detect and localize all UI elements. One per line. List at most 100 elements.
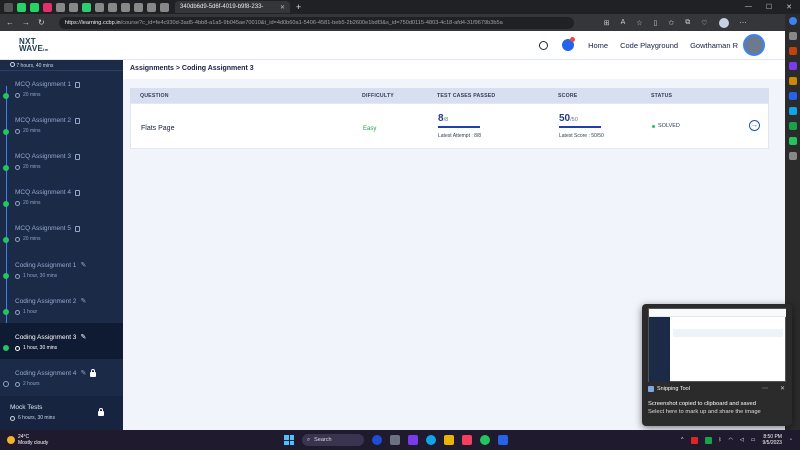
table-row[interactable]: Flats Page Easy 8/8 Latest Attempt : 8/8… [130, 103, 769, 149]
refresh-icon[interactable]: ↻ [38, 18, 45, 27]
show-hidden-icons-icon[interactable]: ^ [681, 437, 683, 443]
tab-icon[interactable] [160, 2, 169, 12]
teams-icon[interactable] [408, 435, 418, 445]
sidebar-item-coding-2[interactable]: Coding Assignment 2 ✎ 1 hour [0, 287, 123, 323]
tab-icon[interactable] [82, 2, 91, 12]
document-icon [75, 225, 80, 232]
snipping-tool-notification[interactable]: Snipping Tool ⋯ ✕ Screenshot copied to c… [642, 304, 792, 426]
new-tab-icon[interactable]: + [296, 2, 301, 12]
nxtwave-logo[interactable]: NXT WAVEtm [19, 37, 49, 53]
split-screen-icon[interactable]: ▯ [654, 19, 658, 27]
sidebar-item-mcq-5[interactable]: MCQ Assignment 5 20 mins [0, 215, 123, 251]
clock-icon [10, 62, 15, 67]
back-icon[interactable]: ← [6, 18, 14, 27]
read-aloud-icon[interactable]: A [621, 19, 626, 26]
clock-icon [15, 345, 20, 351]
col-status: STATUS [651, 92, 673, 99]
tab-icon[interactable] [121, 2, 130, 12]
favorite-icon[interactable]: ☆ [636, 19, 642, 27]
tray-app-icon[interactable] [704, 436, 712, 444]
whatsapp-tab-icon[interactable] [30, 2, 39, 12]
file-explorer-icon[interactable] [444, 435, 454, 445]
pencil-icon: ✎ [80, 298, 87, 305]
active-tab[interactable]: 340db6d9-5d6f-4019-b9f8-233- ✕ [175, 1, 290, 13]
whatsapp-tab-icon[interactable] [17, 2, 26, 12]
sidebar-item-mcq-4[interactable]: MCQ Assignment 4 20 mins [0, 179, 123, 215]
question-name[interactable]: Flats Page [141, 125, 174, 132]
document-icon [75, 117, 80, 124]
tests-cell: 8/8 Latest Attempt : 8/8 [438, 113, 559, 139]
taskbar-search[interactable]: ⌕ Search [302, 434, 364, 446]
weather-widget[interactable]: 24°C Mostly cloudy [7, 434, 48, 446]
battery-icon[interactable]: ▭ [751, 437, 756, 443]
wifi-icon[interactable]: ◠ [729, 437, 733, 443]
sidebar-top-duration: 7 hours, 40 mins [0, 60, 123, 71]
notification-app: Snipping Tool [648, 386, 690, 392]
favorites-icon[interactable]: ✩ [668, 19, 674, 27]
minimize-icon[interactable]: — [745, 3, 752, 11]
completed-dot [3, 237, 9, 243]
workspaces-icon[interactable] [4, 2, 13, 12]
sidebar-item-coding-4[interactable]: Coding Assignment 4 ✎ 2 hours [0, 359, 123, 395]
avatar[interactable] [743, 34, 765, 56]
screenshot-thumbnail[interactable] [648, 308, 786, 382]
office-icon[interactable] [788, 92, 797, 100]
start-icon[interactable] [284, 435, 294, 445]
outlook-icon[interactable] [788, 107, 797, 115]
bing-icon[interactable] [788, 17, 797, 25]
system-tray: ^ ᛒ ◠ ◁ ▭ 8:50 PM 9/5/2023 ◔ [681, 434, 800, 446]
app-available-icon[interactable]: ⊞ [604, 19, 610, 27]
games-icon[interactable] [788, 77, 797, 85]
sidebar-item-mock-tests[interactable]: Mock Tests 6 hours, 30 mins [0, 396, 123, 430]
home-link[interactable]: Home [588, 41, 608, 50]
store-icon[interactable] [462, 435, 472, 445]
sidebar-item-coding-3[interactable]: Coding Assignment 3 ✎ 1 hour, 30 mins [0, 323, 123, 359]
edge-icon[interactable] [426, 435, 436, 445]
stopwatch-icon[interactable] [539, 40, 549, 50]
duration-text: 7 hours, 40 mins [16, 63, 54, 69]
tab-icon[interactable] [69, 2, 78, 12]
taskbar-clock[interactable]: 8:50 PM 9/5/2023 [763, 434, 782, 446]
more-options-icon[interactable]: ⋯ [762, 385, 768, 392]
search-icon[interactable] [788, 32, 797, 40]
tab-icon[interactable] [147, 2, 156, 12]
clock-icon [10, 415, 15, 421]
notifications-icon[interactable]: ◔ [789, 437, 792, 443]
more-icon[interactable]: ⋯ [740, 19, 747, 27]
forward-icon[interactable]: → [22, 18, 30, 27]
sidebar-item-mcq-3[interactable]: MCQ Assignment 3 20 mins [0, 143, 123, 179]
url-field[interactable]: https://learning.ccbp.in/course?c_id=fe4… [58, 16, 574, 29]
tray-app-icon[interactable] [690, 436, 698, 444]
instagram-tab-icon[interactable] [43, 2, 52, 12]
chat-icon[interactable] [562, 37, 576, 51]
volume-icon[interactable]: ◁ [740, 437, 744, 443]
bing-chat-icon[interactable] [372, 435, 382, 445]
add-icon[interactable] [788, 152, 797, 160]
user-name[interactable]: Gowthaman R [690, 41, 738, 50]
profile-icon[interactable] [718, 17, 729, 28]
close-notification-icon[interactable]: ✕ [780, 385, 785, 392]
maximize-icon[interactable]: ☐ [766, 3, 772, 11]
shopping-icon[interactable] [788, 47, 797, 55]
tab-icon[interactable] [95, 2, 104, 12]
tab-icon[interactable] [108, 2, 117, 12]
tab-icon[interactable] [134, 2, 143, 12]
sidebar-item-coding-1[interactable]: Coding Assignment 1 ✎ 1 hour, 30 mins [0, 251, 123, 287]
tab-icon[interactable] [56, 2, 65, 12]
sidebar-item-mcq-1[interactable]: MCQ Assignment 1 20 mins [0, 71, 123, 107]
app-icon[interactable] [788, 137, 797, 145]
extensions-icon[interactable]: ♡ [701, 19, 707, 27]
drop-icon[interactable] [788, 122, 797, 130]
tools-icon[interactable] [788, 62, 797, 70]
chrome-icon[interactable] [480, 435, 490, 445]
collections-icon[interactable]: ⧉ [685, 19, 690, 27]
open-question-arrow-icon[interactable]: → [749, 120, 760, 131]
close-tab-icon[interactable]: ✕ [280, 4, 285, 11]
vscode-icon[interactable] [498, 435, 508, 445]
sidebar-item-mcq-2[interactable]: MCQ Assignment 2 20 mins [0, 107, 123, 143]
close-window-icon[interactable]: ✕ [786, 3, 792, 11]
course-sidebar: 7 hours, 40 mins MCQ Assignment 1 20 min… [0, 60, 123, 430]
task-view-icon[interactable] [390, 435, 400, 445]
code-playground-link[interactable]: Code Playground [620, 41, 678, 50]
bluetooth-icon[interactable]: ᛒ [719, 437, 722, 443]
